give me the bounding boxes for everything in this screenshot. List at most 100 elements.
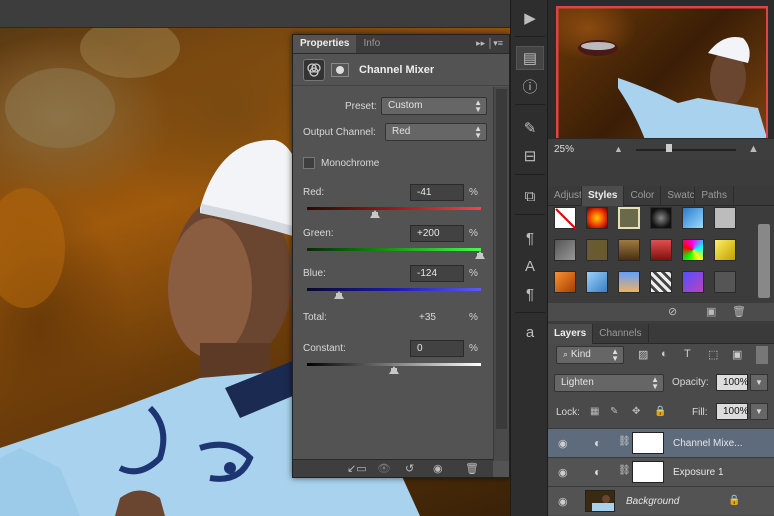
layer-row-channel-mixer[interactable]: ◉ ◐ ⛓ Channel Mixe... [548, 428, 774, 457]
style-swatch[interactable] [618, 271, 640, 293]
total-label: Total: [303, 312, 327, 323]
filter-type-icon[interactable]: T [684, 348, 691, 360]
info-icon[interactable]: ⓘ [516, 74, 544, 98]
style-swatch[interactable] [650, 271, 672, 293]
clip-to-layer-icon[interactable]: ↙▭ [347, 462, 367, 475]
green-slider-thumb[interactable] [475, 251, 485, 259]
opacity-input[interactable]: 100% [716, 374, 749, 391]
style-swatch[interactable] [586, 207, 608, 229]
properties-scrollbar[interactable] [493, 87, 509, 461]
layer-mask-icon[interactable] [331, 62, 349, 77]
tab-layers[interactable]: Layers [548, 324, 594, 344]
styles-scrollbar[interactable] [758, 224, 770, 298]
filter-adjustment-icon[interactable]: ◐ [661, 348, 668, 360]
blue-slider-thumb[interactable] [334, 291, 344, 299]
reset-icon[interactable]: ↺ [405, 462, 414, 475]
filter-toggle[interactable] [756, 346, 768, 364]
paragraph-style-icon[interactable]: ¶ [516, 226, 544, 250]
opacity-dropdown-icon[interactable]: ▼ [750, 374, 768, 391]
tab-properties[interactable]: Properties [293, 35, 357, 53]
filter-pixel-icon[interactable]: ▨ [638, 348, 648, 361]
zoom-level[interactable]: 25% [554, 144, 574, 155]
character-icon[interactable]: A [516, 254, 544, 278]
play-icon[interactable]: ▶ [516, 6, 544, 30]
properties-tab-bar: Properties Info ▸▸ │▾≡ [293, 35, 509, 54]
style-swatch[interactable] [554, 271, 576, 293]
red-slider-thumb[interactable] [370, 210, 380, 218]
history-icon[interactable]: ▤ [516, 46, 544, 70]
tab-swatches[interactable]: Swatc [661, 186, 696, 206]
link-icon[interactable]: ⛓ [618, 436, 631, 447]
delete-icon[interactable]: 🗑 [465, 462, 479, 475]
style-swatch[interactable] [554, 239, 576, 261]
lock-position-icon[interactable]: ✥ [632, 406, 640, 417]
layer-row-exposure[interactable]: ◉ ◐ ⛓ Exposure 1 [548, 457, 774, 486]
green-slider-track[interactable] [307, 248, 481, 251]
style-swatch[interactable] [650, 239, 672, 261]
visibility-eye-icon[interactable]: ◉ [558, 437, 568, 450]
style-swatch[interactable] [714, 239, 736, 261]
style-swatch[interactable] [618, 239, 640, 261]
style-swatch[interactable] [586, 239, 608, 261]
red-value-input[interactable]: -41 [410, 184, 464, 201]
tab-channels[interactable]: Channels [593, 324, 649, 344]
green-value-input[interactable]: +200 [410, 225, 464, 242]
clear-style-icon[interactable]: ⊘ [668, 305, 677, 318]
zoom-slider[interactable] [636, 149, 736, 151]
tab-paths[interactable]: Paths [695, 186, 734, 206]
style-swatch[interactable] [650, 207, 672, 229]
tab-styles[interactable]: Styles [582, 186, 625, 206]
adjustments-icon[interactable]: ⊟ [516, 144, 544, 168]
tab-color[interactable]: Color [624, 186, 662, 206]
clone-source-icon[interactable]: ⧉ [516, 184, 544, 208]
fill-dropdown-icon[interactable]: ▼ [750, 403, 768, 420]
constant-slider-thumb[interactable] [389, 366, 399, 374]
view-previous-icon[interactable]: 👁 [377, 462, 391, 475]
blue-value-input[interactable]: -124 [410, 265, 464, 282]
properties-panel: Properties Info ▸▸ │▾≡ Channel Mixer Pre… [292, 34, 510, 478]
delete-style-icon[interactable]: 🗑 [732, 305, 746, 318]
style-swatch[interactable] [682, 207, 704, 229]
lock-transparent-icon[interactable]: ▦ [590, 406, 599, 417]
lock-image-icon[interactable]: ✎ [610, 406, 618, 417]
tab-info[interactable]: Info [356, 35, 387, 53]
red-slider-track[interactable] [307, 207, 481, 210]
layer-mask-thumbnail[interactable] [632, 461, 664, 483]
character-styles-icon[interactable]: a [516, 320, 544, 344]
constant-value-input[interactable]: 0 [410, 340, 464, 357]
style-swatch[interactable] [714, 271, 736, 293]
panel-menu-icon[interactable]: ▸▸ │▾≡ [476, 35, 509, 53]
layer-name[interactable]: Exposure 1 [673, 467, 724, 478]
brush-preset-icon[interactable]: ✎ [516, 116, 544, 140]
fill-input[interactable]: 100% [716, 403, 749, 420]
visibility-eye-icon[interactable]: ◉ [558, 495, 568, 508]
filter-shape-icon[interactable]: ⬚ [708, 348, 718, 361]
style-swatch-none[interactable] [554, 207, 577, 230]
layer-filter-dropdown[interactable]: ⌕ Kind ▲ ▼ [556, 346, 624, 364]
blend-mode-dropdown[interactable]: Lighten ▲ ▼ [554, 374, 664, 392]
new-style-icon[interactable]: ▣ [706, 305, 716, 318]
navigator-thumbnail[interactable] [556, 6, 768, 146]
layer-row-background[interactable]: ◉ Background 🔒 [548, 486, 774, 515]
zoom-out-icon[interactable]: ▲ [614, 144, 623, 154]
style-swatch[interactable] [618, 207, 640, 229]
zoom-slider-thumb[interactable] [666, 144, 672, 152]
monochrome-checkbox[interactable] [303, 157, 315, 169]
style-swatch[interactable] [714, 207, 736, 229]
visibility-eye-icon[interactable]: ◉ [558, 466, 568, 479]
layer-name[interactable]: Channel Mixe... [673, 438, 742, 449]
lock-all-icon[interactable]: 🔒 [654, 406, 666, 417]
tab-adjustments[interactable]: Adjust [548, 186, 582, 206]
style-swatch[interactable] [682, 271, 704, 293]
layer-mask-thumbnail[interactable] [632, 432, 664, 454]
layer-name[interactable]: Background [626, 496, 679, 507]
preset-dropdown[interactable]: Custom ▲ ▼ [381, 97, 487, 115]
zoom-in-icon[interactable]: ▲ [748, 143, 759, 155]
toggle-visibility-icon[interactable]: ◉ [433, 462, 443, 475]
style-swatch[interactable] [682, 239, 704, 261]
style-swatch[interactable] [586, 271, 608, 293]
paragraph-icon[interactable]: ¶ [516, 282, 544, 306]
filter-smartobject-icon[interactable]: ▣ [732, 348, 742, 361]
link-icon[interactable]: ⛓ [618, 465, 631, 476]
output-channel-dropdown[interactable]: Red ▲ ▼ [385, 123, 487, 141]
